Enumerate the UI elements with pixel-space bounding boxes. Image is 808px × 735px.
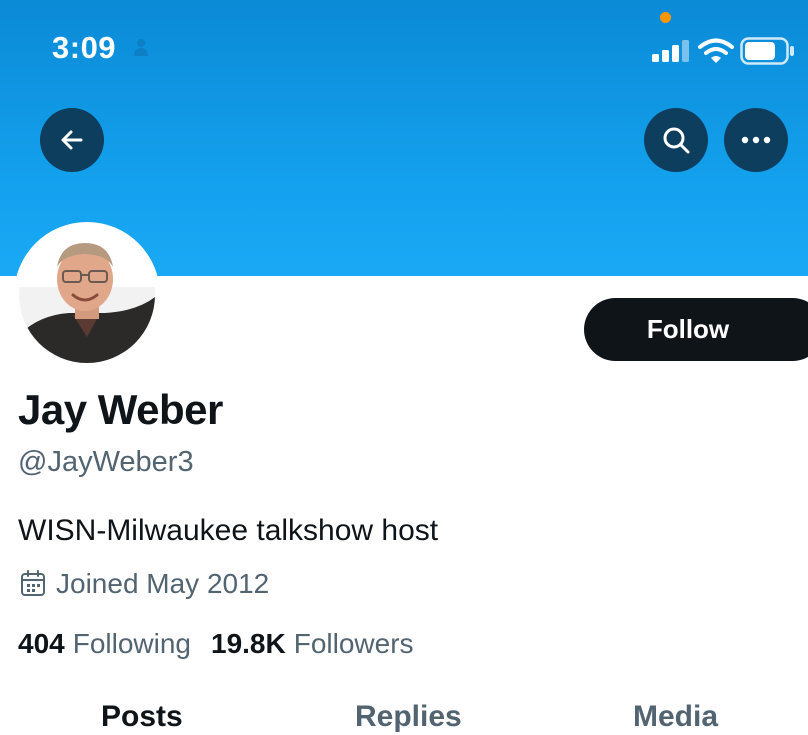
following-label: Following	[72, 628, 191, 659]
person-icon	[134, 39, 148, 56]
avatar-photo	[19, 227, 155, 363]
tab-media[interactable]: Media	[633, 700, 718, 734]
signal-icon	[652, 40, 689, 62]
profile-tabs: Posts Replies Media	[0, 700, 808, 735]
more-icon	[741, 136, 771, 144]
profile-avatar[interactable]	[14, 222, 160, 368]
search-icon	[663, 127, 690, 154]
more-options-button[interactable]	[724, 108, 788, 172]
profile-handle: @JayWeber3	[18, 446, 194, 478]
profile-stats: 404 Following 19.8K Followers	[18, 628, 414, 660]
joined-date: Joined May 2012	[20, 568, 269, 600]
recording-indicator	[660, 12, 671, 23]
follow-button[interactable]: Follow	[584, 298, 808, 361]
following-count: 404	[18, 628, 65, 659]
arrow-left-icon	[61, 130, 83, 150]
profile-bio: WISN-Milwaukee talkshow host	[18, 514, 439, 547]
calendar-icon	[21, 570, 45, 596]
display-name: Jay Weber	[18, 386, 223, 433]
search-button[interactable]	[644, 108, 708, 172]
following-link[interactable]: 404 Following	[18, 628, 191, 660]
wifi-icon	[698, 38, 734, 63]
followers-label: Followers	[293, 628, 414, 659]
battery-icon	[740, 37, 794, 65]
status-time: 3:09	[52, 30, 117, 65]
followers-link[interactable]: 19.8K Followers	[211, 628, 414, 660]
tab-replies[interactable]: Replies	[355, 700, 462, 734]
joined-label: Joined May 2012	[56, 568, 270, 599]
followers-count: 19.8K	[211, 628, 286, 659]
back-button[interactable]	[40, 108, 104, 172]
tab-posts[interactable]: Posts	[101, 700, 183, 734]
